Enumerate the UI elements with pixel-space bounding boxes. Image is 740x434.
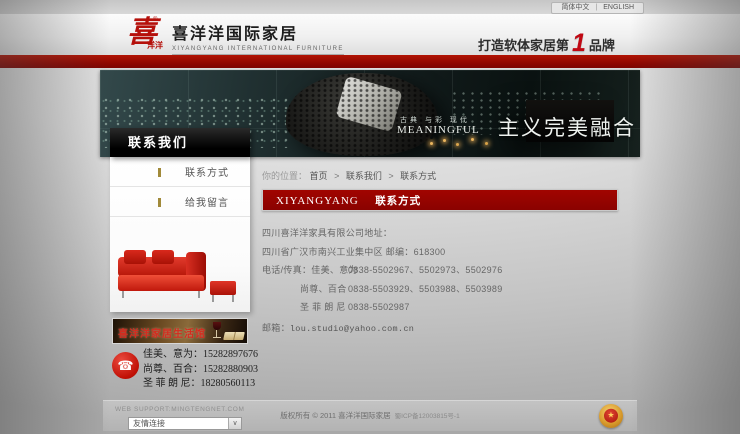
copyright-text: 版权所有 © 2011 喜洋洋国际家居蜀ICP备12003815号-1: [220, 410, 520, 421]
breadcrumb-prefix: 你的位置：: [262, 171, 307, 181]
wine-glass-icon: [213, 322, 221, 340]
contact-line: 佳美、意为：15282897676: [143, 348, 258, 363]
header: 喜 ® 洋洋 喜洋洋国际家居 XIYANGYANG INTERNATIONAL …: [0, 14, 740, 55]
chair-cushion: [335, 76, 402, 132]
lang-zh-link[interactable]: 简体中文: [561, 4, 589, 11]
section-title-bar: XIYANGYANG 联系方式: [262, 189, 618, 211]
language-switcher: 简体中文 | ENGLISH: [551, 2, 644, 14]
public-security-emblem-icon[interactable]: [599, 404, 623, 428]
footer: WEB SUPPORT:MINGTENGNET.COM 友情连接 ∨ 版权所有 …: [103, 400, 637, 431]
breadcrumb-home-link[interactable]: 首页: [310, 171, 328, 181]
sidebar-item-label: 给我留言: [185, 198, 229, 209]
sidebar-item-leave-message[interactable]: 给我留言: [110, 187, 250, 217]
page: 简体中文 | ENGLISH 喜 ® 洋洋 喜洋洋国际家居 XIYANGYANG I…: [0, 0, 740, 434]
candle-lights: [430, 136, 433, 139]
main-nav-bar: [0, 55, 740, 68]
address-line: 四川省广汉市南兴工业集中区 邮编：618300: [262, 245, 445, 258]
lang-en-link[interactable]: ENGLISH: [603, 4, 634, 11]
breadcrumb-contact-us-link[interactable]: 联系我们: [346, 171, 382, 181]
friendly-links-value: 友情连接: [133, 419, 165, 428]
phone-fax-row: 尚尊、百合0838-5503929、5503988、5503989: [262, 282, 503, 295]
bullet-tick-icon: [158, 168, 161, 177]
phone-icon: ☎: [112, 352, 139, 379]
slogan: 打造软体家居第 1 品牌: [478, 32, 658, 54]
brand-name-en: XIYANGYANG INTERNATIONAL FURNITURE: [172, 46, 344, 55]
sidebar-item-label: 联系方式: [185, 168, 229, 179]
lifestyle-store-banner[interactable]: 喜洋洋家居生活馆: [112, 318, 248, 344]
sidebar-item-contact-info[interactable]: 联系方式: [110, 157, 250, 187]
red-sofa-image: [116, 247, 238, 307]
open-book-icon: [223, 332, 245, 340]
registered-mark: ®: [153, 17, 157, 23]
email-row: 邮箱：lou.studio@yahoo.com.cn: [262, 321, 414, 334]
brand-name-cn: 喜洋洋国际家居: [172, 20, 344, 44]
banner-tagline-main: 主义完美融合: [498, 112, 636, 142]
banner-tagline-english: MEANINGFUL: [397, 124, 480, 136]
contact-line: 圣 菲 朗 尼：18280560113: [143, 377, 258, 392]
email-label: 邮箱：: [262, 323, 290, 333]
sidebar-contact-list: 佳美、意为：15282897676 尚尊、百合：15282880903 圣 菲 …: [143, 348, 258, 392]
brand-text: 喜洋洋国际家居 XIYANGYANG INTERNATIONAL FURNITU…: [172, 20, 344, 55]
section-title-cn: 联系方式: [375, 195, 421, 207]
lifestyle-store-banner-text: 喜洋洋家居生活馆: [118, 325, 206, 340]
phone-fax-row: 电话/传真：佳美、意为0838-5502967、5502973、5502976: [262, 263, 503, 276]
breadcrumb-separator: >: [334, 171, 339, 181]
sidebar-panel: 联系方式 给我留言: [110, 157, 250, 312]
phone-fax-row: 圣 菲 朗 尼0838-5502987: [262, 300, 410, 313]
brand-logo[interactable]: 喜 ® 洋洋: [127, 16, 167, 54]
breadcrumb-contact-info-link[interactable]: 联系方式: [400, 171, 436, 181]
breadcrumb: 你的位置： 首页 > 联系我们 > 联系方式: [262, 169, 436, 182]
icp-number: 蜀ICP备12003815号-1: [395, 413, 460, 420]
email-address: lou.studio@yahoo.com.cn: [290, 324, 414, 334]
slogan-number-one: 1: [572, 32, 586, 54]
slogan-prefix: 打造软体家居第: [478, 38, 569, 54]
breadcrumb-separator: >: [388, 171, 393, 181]
company-name-line: 四川喜洋洋家具有限公司地址：: [262, 226, 392, 239]
contact-line: 尚尊、百合：15282880903: [143, 363, 258, 378]
top-strip: 简体中文 | ENGLISH: [0, 0, 740, 14]
lang-separator: |: [595, 4, 597, 11]
sidebar-title: 联系我们: [110, 128, 250, 157]
slogan-suffix: 品牌: [589, 38, 615, 54]
logo-small-text: 洋洋: [147, 40, 163, 51]
bullet-tick-icon: [158, 198, 161, 207]
section-title-en: XIYANGYANG: [276, 195, 359, 207]
